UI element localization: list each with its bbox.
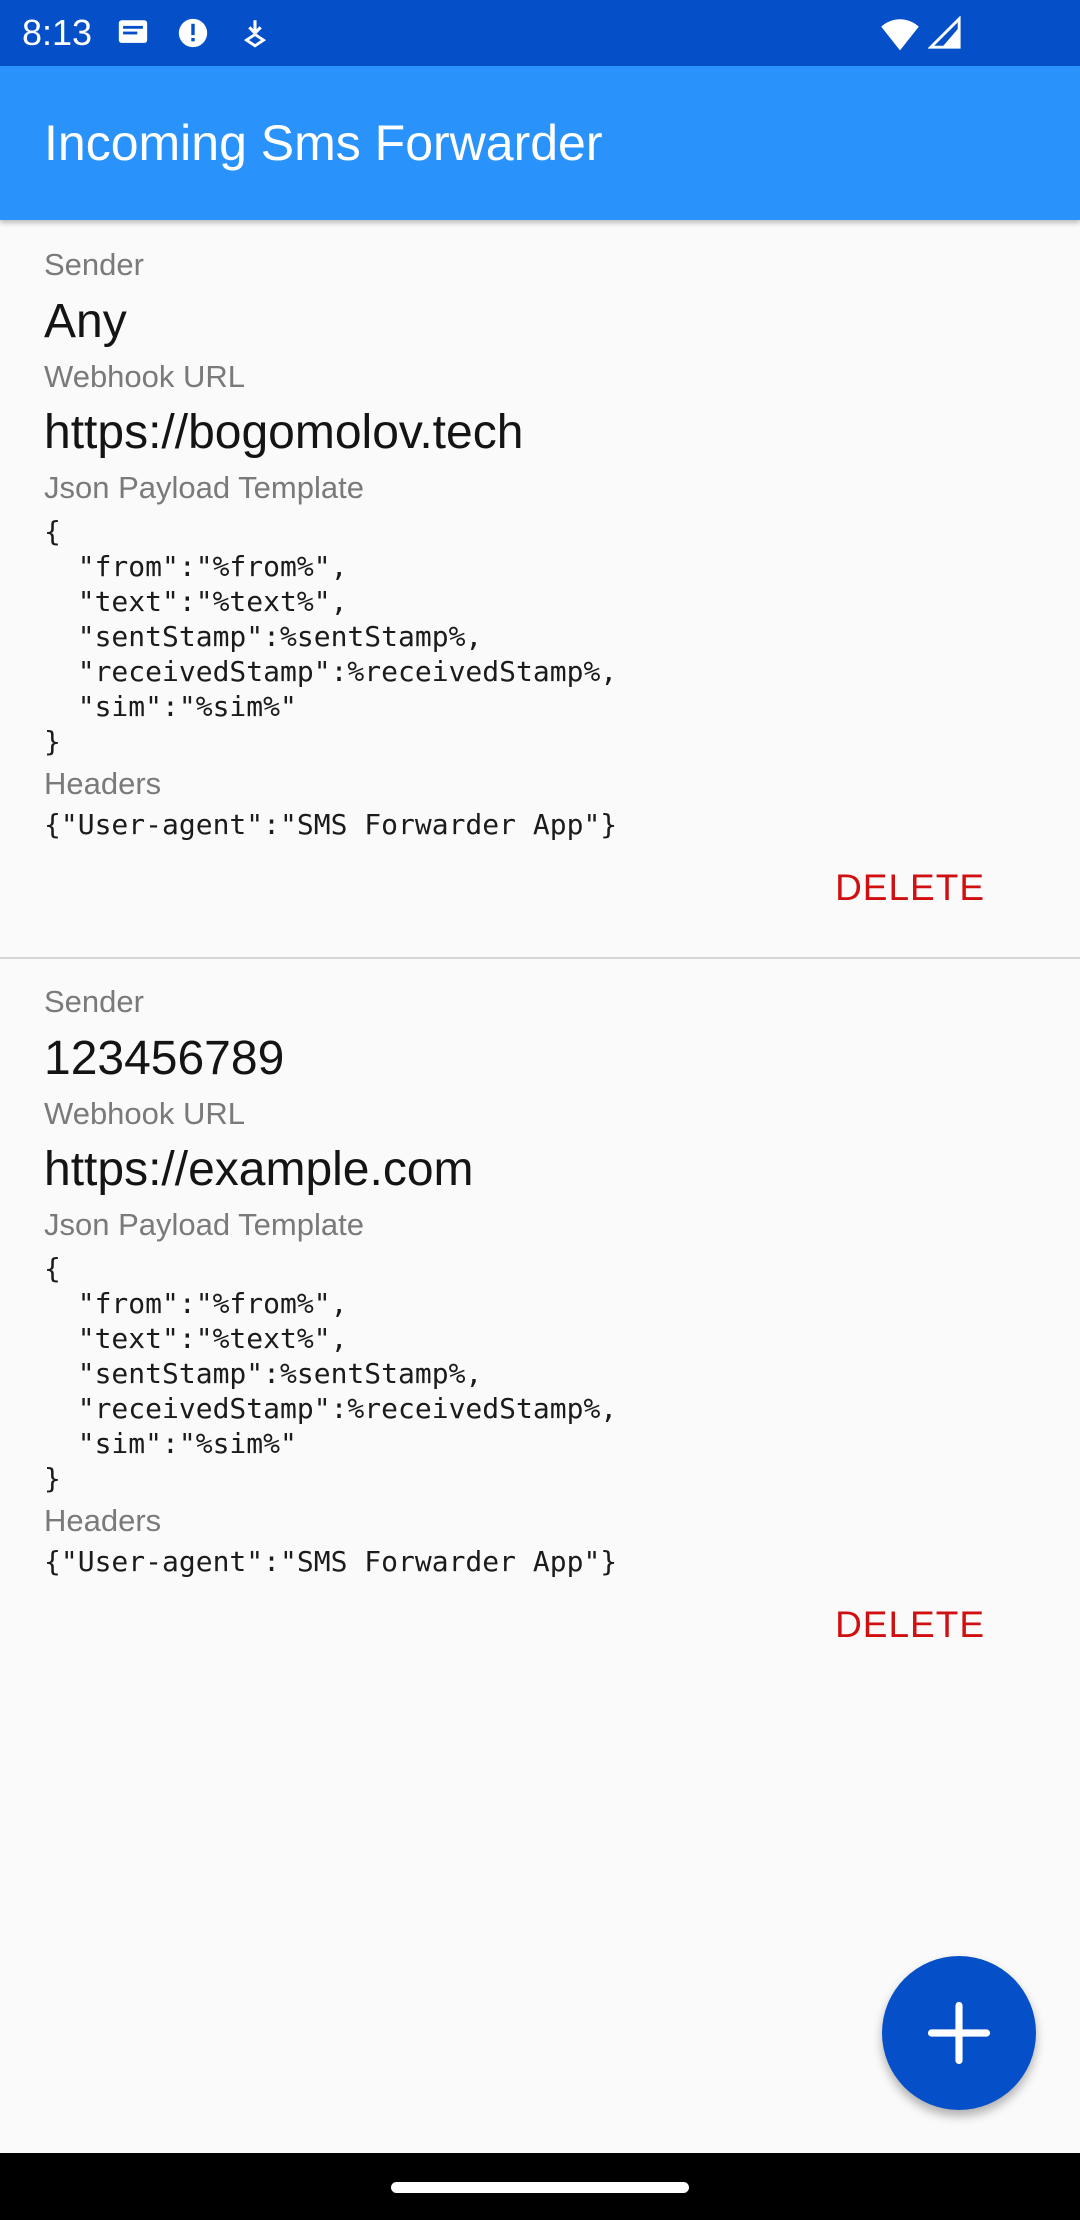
webhook-url-label: Webhook URL: [44, 1096, 246, 1131]
webhook-url-value: https://example.com: [44, 1143, 474, 1196]
alert-icon: [178, 18, 208, 48]
plus-icon: [927, 2001, 991, 2065]
webhook-url-value: https://bogomolov.tech: [44, 406, 524, 459]
webhook-url-label: Webhook URL: [44, 359, 246, 394]
add-forwarder-button[interactable]: [882, 1956, 1036, 2110]
status-bar: 8:13: [0, 0, 1080, 66]
message-icon: [118, 20, 148, 43]
app-bar: Incoming Sms Forwarder: [0, 66, 1080, 220]
status-time: 8:13: [22, 12, 93, 53]
forwarder-card: Sender Any Webhook URL https://bogomolov…: [0, 220, 1080, 957]
json-payload-label: Json Payload Template: [44, 1207, 364, 1242]
delete-button[interactable]: DELETE: [835, 865, 985, 911]
home-gesture-handle[interactable]: [391, 2182, 689, 2193]
delete-button[interactable]: DELETE: [835, 1602, 985, 1648]
sender-value: 123456789: [44, 1032, 285, 1085]
sender-label: Sender: [44, 247, 144, 282]
headers-value: {"User-agent":"SMS Forwarder App"}: [44, 1545, 618, 1578]
headers-label: Headers: [44, 1503, 162, 1538]
forwarder-list: Sender Any Webhook URL https://bogomolov…: [0, 220, 1080, 1694]
app-title: Incoming Sms Forwarder: [44, 115, 603, 171]
json-payload-label: Json Payload Template: [44, 470, 364, 505]
json-payload-value: { "from":"%from%", "text":"%text%", "sen…: [44, 1252, 618, 1495]
navigation-bar: [0, 2153, 1080, 2220]
headers-value: {"User-agent":"SMS Forwarder App"}: [44, 808, 618, 841]
json-payload-value: { "from":"%from%", "text":"%text%", "sen…: [44, 515, 618, 758]
wifi-icon: [881, 19, 919, 51]
forwarder-card: Sender 123456789 Webhook URL https://exa…: [0, 957, 1080, 1694]
download-icon: [243, 20, 267, 48]
headers-label: Headers: [44, 766, 162, 801]
sender-value: Any: [44, 295, 127, 348]
sender-label: Sender: [44, 984, 144, 1019]
signal-icon: [928, 16, 961, 49]
